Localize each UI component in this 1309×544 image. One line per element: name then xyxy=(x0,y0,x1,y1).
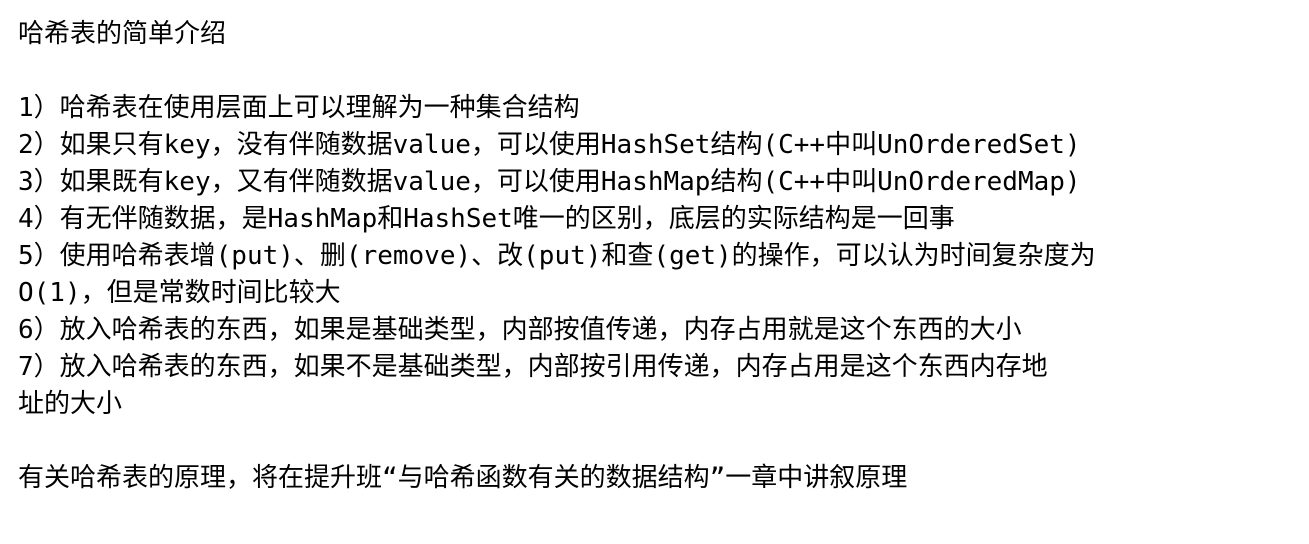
list-item-1: 1）哈希表在使用层面上可以理解为一种集合结构 xyxy=(18,93,580,123)
list-item-5: 5）使用哈希表增(put)、删(remove)、改(put)和查(get)的操作… xyxy=(18,241,1096,271)
list-item-6: 6）放入哈希表的东西，如果是基础类型，内部按值传递，内存占用就是这个东西的大小 xyxy=(18,315,1022,345)
document-body: 哈希表的简单介绍 1）哈希表在使用层面上可以理解为一种集合结构 2）如果只有ke… xyxy=(18,16,1298,497)
list-item-4: 4）有无伴随数据，是HashMap和HashSet唯一的区别，底层的实际结构是一… xyxy=(18,204,955,234)
list-item-3: 3）如果既有key，又有伴随数据value，可以使用HashMap结构(C++中… xyxy=(18,167,1081,197)
doc-title: 哈希表的简单介绍 xyxy=(18,19,227,49)
list-item-7: 7）放入哈希表的东西，如果不是基础类型，内部按引用传递，内存占用是这个东西内存地 xyxy=(18,352,1048,382)
list-item-5-continued: O(1)，但是常数时间比较大 xyxy=(18,278,341,308)
footer-note: 有关哈希表的原理，将在提升班“与哈希函数有关的数据结构”一章中讲叙原理 xyxy=(18,463,908,493)
list-item-2: 2）如果只有key，没有伴随数据value，可以使用HashSet结构(C++中… xyxy=(18,130,1081,160)
list-item-7-continued: 址的大小 xyxy=(18,389,123,419)
